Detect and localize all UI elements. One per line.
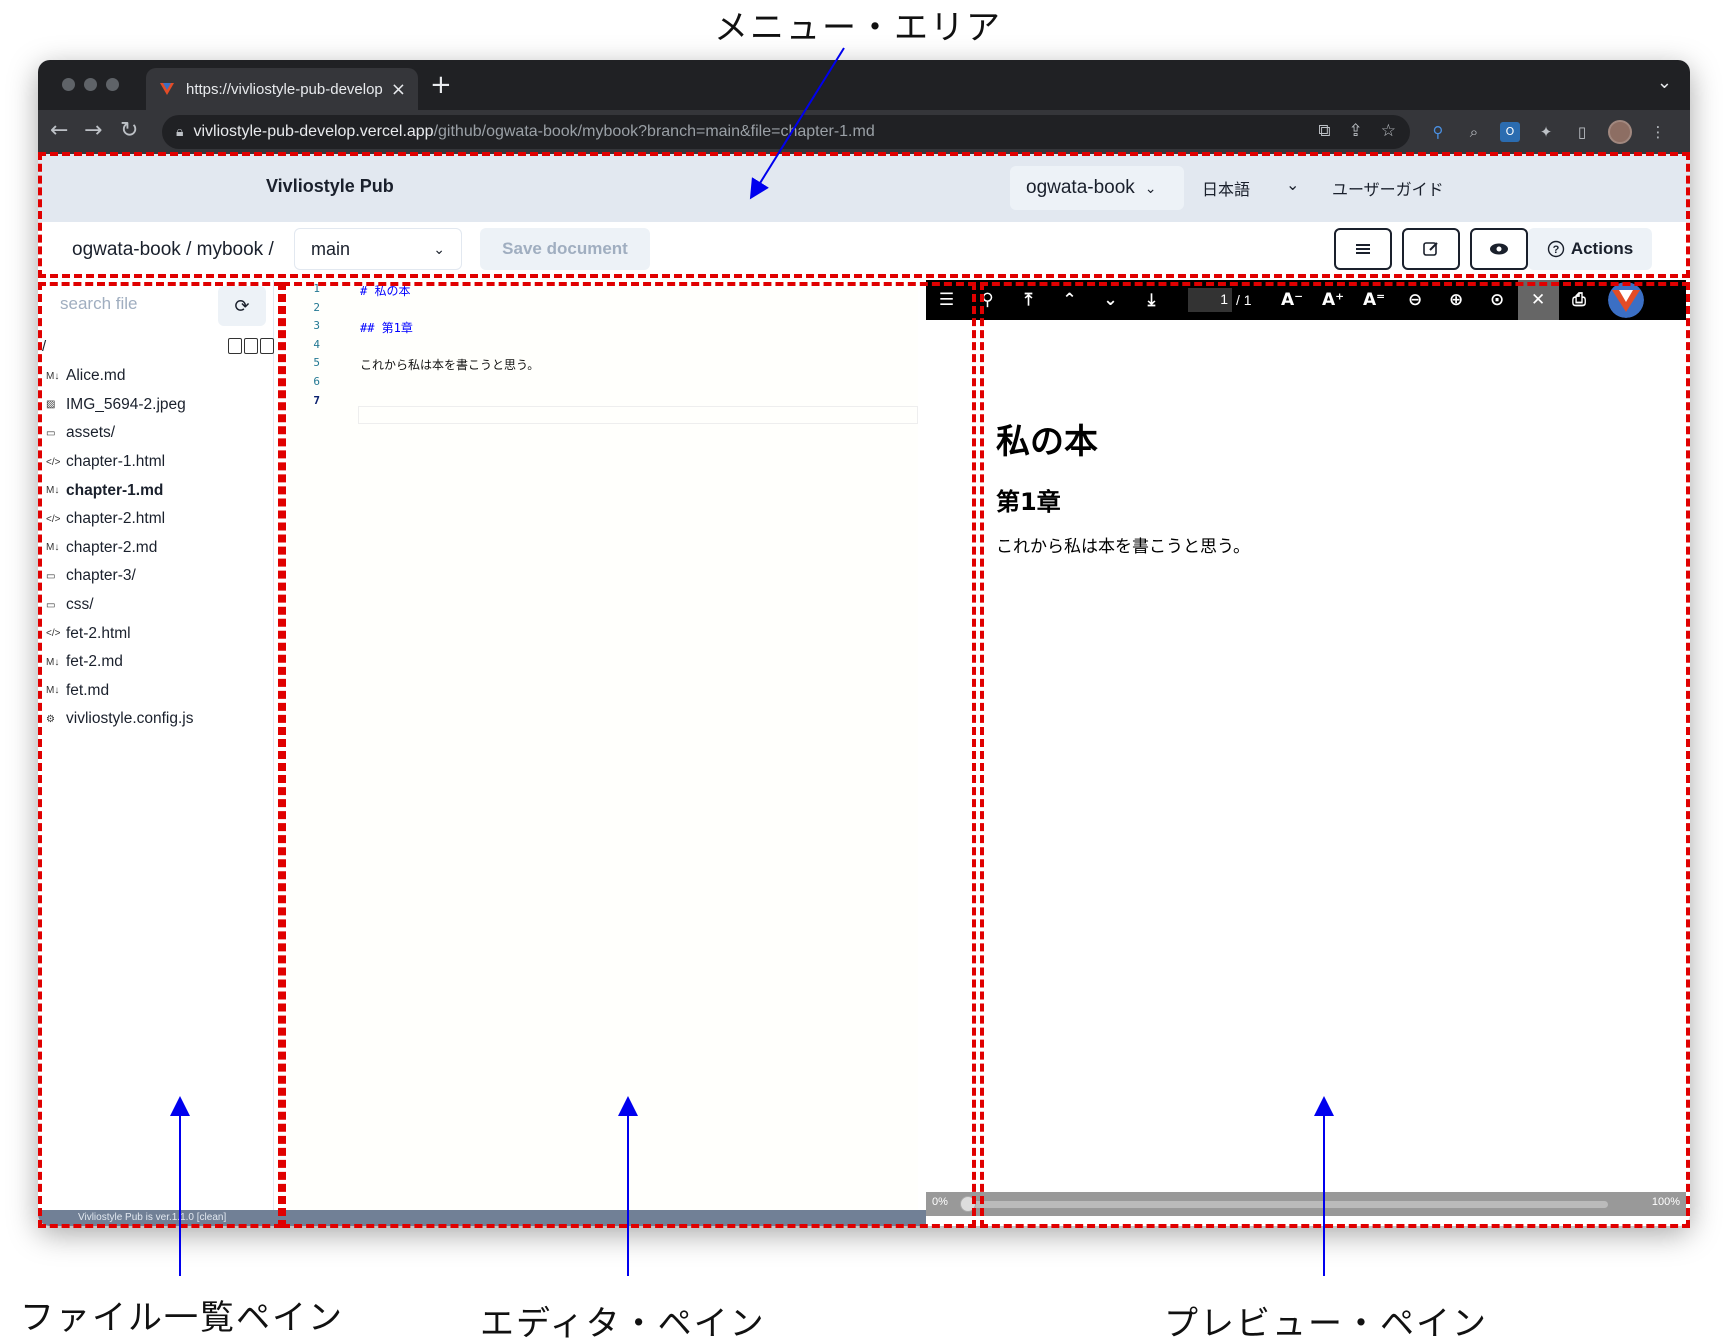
bookmark-star-icon[interactable]: ☆ xyxy=(1381,121,1396,141)
tab-close-icon[interactable]: × xyxy=(391,79,406,100)
new-tab-icon[interactable]: + xyxy=(430,70,452,100)
browser-menu-icon[interactable]: ⋮ xyxy=(1648,122,1668,142)
url-path: /github/ogwata-book/mybook?branch=main&f… xyxy=(433,123,875,140)
preview-pane-outline xyxy=(980,282,1690,1228)
url-host: vivliostyle-pub-develop.vercel.app xyxy=(193,123,434,140)
profile-avatar[interactable] xyxy=(1608,120,1632,144)
share-icon[interactable]: ⇪ xyxy=(1349,121,1363,141)
minimize-window-button[interactable] xyxy=(84,78,97,91)
lock-icon: 🔒︎ xyxy=(176,124,184,140)
tab-bar: https://vivliostyle-pub-develop × + ⌄ xyxy=(38,60,1690,110)
extensions-puzzle-icon[interactable]: ✦ xyxy=(1536,122,1556,142)
editor-pane-outline xyxy=(282,282,976,1228)
translate-icon[interactable]: ⧉ xyxy=(1318,121,1330,141)
side-panel-icon[interactable]: ▯ xyxy=(1572,122,1592,142)
menu-area-outline xyxy=(38,152,1690,278)
menu-area-callout: メニュー・エリア xyxy=(714,8,1002,48)
vivliostyle-favicon-icon xyxy=(160,83,174,95)
annotated-screenshot: メニュー・エリア ファイル一覧ペイン エディタ・ペイン プレビュー・ペイン ht… xyxy=(0,0,1728,1343)
tab-search-chevron-icon[interactable]: ⌄ xyxy=(1657,72,1672,93)
reload-icon[interactable]: ↻ xyxy=(120,118,138,143)
file-pane-outline xyxy=(38,282,282,1228)
browser-toolbar: ← → ↻ 🔒︎ vivliostyle-pub-develop.vercel.… xyxy=(38,110,1690,154)
preview-pane-callout: プレビュー・ペイン xyxy=(1164,1304,1488,1343)
close-window-button[interactable] xyxy=(62,78,75,91)
file-pane-callout: ファイル一覧ペイン xyxy=(20,1298,344,1338)
back-arrow-icon[interactable]: ← xyxy=(50,118,68,143)
forward-arrow-icon[interactable]: → xyxy=(84,118,102,143)
extension-inspect-icon[interactable]: ⌕ xyxy=(1464,122,1484,142)
maximize-window-button[interactable] xyxy=(106,78,119,91)
extension-outlook-icon[interactable]: O xyxy=(1500,122,1520,142)
browser-tab[interactable]: https://vivliostyle-pub-develop × xyxy=(146,68,418,110)
extension-search-icon[interactable]: ⚲ xyxy=(1428,122,1448,142)
tab-title: https://vivliostyle-pub-develop xyxy=(186,80,383,98)
editor-pane-callout: エディタ・ペイン xyxy=(480,1304,766,1343)
window-controls xyxy=(62,78,119,91)
address-bar[interactable]: 🔒︎ vivliostyle-pub-develop.vercel.app/gi… xyxy=(162,115,1410,149)
